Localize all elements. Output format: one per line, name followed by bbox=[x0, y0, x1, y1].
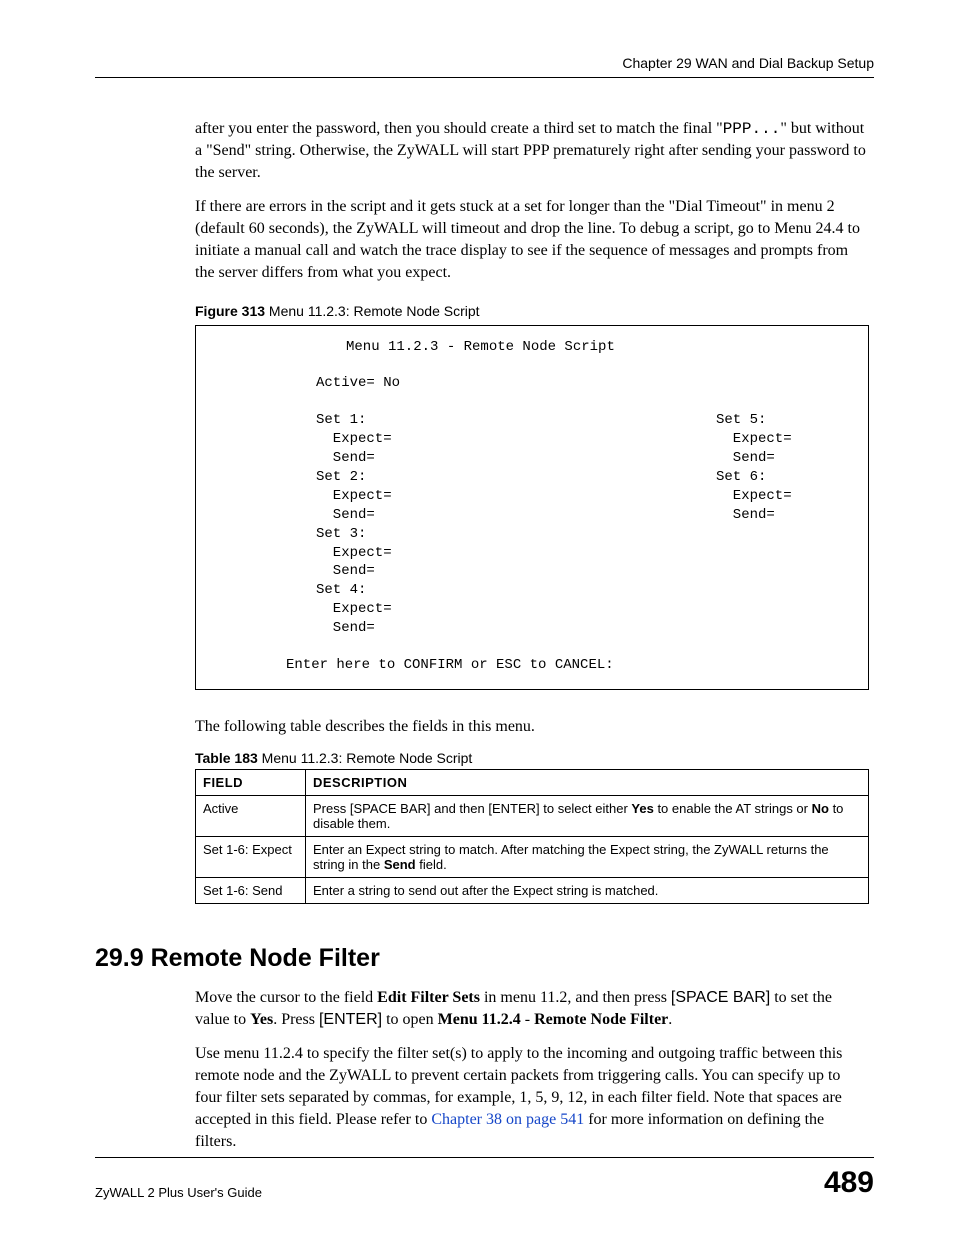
bold: Remote Node Filter bbox=[534, 1011, 668, 1028]
table-label: Table 183 bbox=[195, 750, 258, 766]
table-row: Set 1-6: Expect Enter an Expect string t… bbox=[196, 836, 869, 877]
paragraph: If there are errors in the script and it… bbox=[195, 196, 869, 284]
table-cell: Active bbox=[196, 795, 306, 836]
figure-line: Send= bbox=[316, 506, 636, 525]
text: Press [SPACE BAR] and then [ENTER] to se… bbox=[313, 801, 631, 816]
figure-line: Expect= bbox=[716, 487, 954, 506]
figure-col-right: Set 5: Expect= Send= Set 6: Expect= Send… bbox=[636, 411, 954, 638]
bold: Send bbox=[384, 857, 416, 872]
section-heading: 29.9 Remote Node Filter bbox=[95, 944, 869, 973]
bold: No bbox=[812, 801, 829, 816]
figure-line: Set 2: bbox=[316, 468, 636, 487]
bold: Edit Filter Sets bbox=[377, 989, 480, 1006]
text: . Press bbox=[273, 1011, 319, 1028]
bold: Yes bbox=[631, 801, 653, 816]
table-cell: Press [SPACE BAR] and then [ENTER] to se… bbox=[306, 795, 869, 836]
paragraph: Use menu 11.2.4 to specify the filter se… bbox=[195, 1043, 869, 1153]
figure-line: Set 6: bbox=[716, 468, 954, 487]
paragraph: The following table describes the fields… bbox=[195, 716, 869, 738]
code-text: PPP... bbox=[723, 120, 781, 138]
figure-line: Send= bbox=[316, 449, 636, 468]
text: Move the cursor to the field bbox=[195, 989, 377, 1006]
figure-line: Expect= bbox=[716, 430, 954, 449]
figure-line: Set 1: bbox=[316, 411, 636, 430]
figure-line: Send= bbox=[316, 562, 636, 581]
table-cell: Enter a string to send out after the Exp… bbox=[306, 877, 869, 903]
text: . bbox=[668, 1011, 672, 1028]
figure-heading: Menu 11.2.3 - Remote Node Script bbox=[216, 338, 848, 357]
figure-line: Active= No bbox=[216, 374, 848, 393]
text: to enable the AT strings or bbox=[654, 801, 812, 816]
figure-terminal: Menu 11.2.3 - Remote Node Script Active=… bbox=[195, 325, 869, 690]
figure-line: Enter here to CONFIRM or ESC to CANCEL: bbox=[216, 656, 848, 675]
table-row: Set 1-6: Send Enter a string to send out… bbox=[196, 877, 869, 903]
key: [ENTER] bbox=[319, 1011, 382, 1028]
figure-line: Expect= bbox=[316, 487, 636, 506]
paragraph: after you enter the password, then you s… bbox=[195, 118, 869, 184]
figure-line: Send= bbox=[316, 619, 636, 638]
text: after you enter the password, then you s… bbox=[195, 120, 723, 137]
page-number: 489 bbox=[824, 1166, 874, 1200]
paragraph: Move the cursor to the field Edit Filter… bbox=[195, 987, 869, 1031]
figure-line: Set 5: bbox=[716, 411, 954, 430]
bold: Yes bbox=[250, 1011, 273, 1028]
chapter-header: Chapter 29 WAN and Dial Backup Setup bbox=[95, 55, 874, 78]
figure-line: Send= bbox=[716, 506, 954, 525]
content-body: after you enter the password, then you s… bbox=[195, 118, 869, 1154]
figure-line: Expect= bbox=[316, 600, 636, 619]
table-title: Menu 11.2.3: Remote Node Script bbox=[258, 750, 473, 766]
figure-title: Menu 11.2.3: Remote Node Script bbox=[265, 303, 480, 319]
table-cell: Set 1-6: Expect bbox=[196, 836, 306, 877]
figure-line: Send= bbox=[716, 449, 954, 468]
text: to open bbox=[382, 1011, 438, 1028]
figure-line: Expect= bbox=[316, 544, 636, 563]
table: FIELD DESCRIPTION Active Press [SPACE BA… bbox=[195, 769, 869, 904]
table-caption: Table 183 Menu 11.2.3: Remote Node Scrip… bbox=[195, 750, 869, 766]
bold: Menu 11.2.4 bbox=[438, 1011, 521, 1028]
table-cell: Enter an Expect string to match. After m… bbox=[306, 836, 869, 877]
figure-label: Figure 313 bbox=[195, 303, 265, 319]
figure-col-left: Set 1: Expect= Send= Set 2: Expect= Send… bbox=[216, 411, 636, 638]
text: Enter a string to send out after the Exp… bbox=[313, 883, 658, 898]
table-header: FIELD bbox=[196, 769, 306, 795]
figure-caption: Figure 313 Menu 11.2.3: Remote Node Scri… bbox=[195, 303, 869, 319]
figure-line: Expect= bbox=[316, 430, 636, 449]
figure-line: Set 3: bbox=[316, 525, 636, 544]
footer-guide-name: ZyWALL 2 Plus User's Guide bbox=[95, 1185, 262, 1200]
text: field. bbox=[416, 857, 447, 872]
key: [SPACE BAR] bbox=[671, 989, 770, 1006]
table-header: DESCRIPTION bbox=[306, 769, 869, 795]
page: Chapter 29 WAN and Dial Backup Setup aft… bbox=[0, 0, 954, 1235]
cross-reference-link[interactable]: Chapter 38 on page 541 bbox=[431, 1111, 584, 1128]
table-row: Active Press [SPACE BAR] and then [ENTER… bbox=[196, 795, 869, 836]
table-cell: Set 1-6: Send bbox=[196, 877, 306, 903]
page-footer: ZyWALL 2 Plus User's Guide 489 bbox=[95, 1157, 874, 1200]
text: in menu 11.2, and then press bbox=[480, 989, 671, 1006]
figure-line: Set 4: bbox=[316, 581, 636, 600]
text: - bbox=[521, 1011, 534, 1028]
